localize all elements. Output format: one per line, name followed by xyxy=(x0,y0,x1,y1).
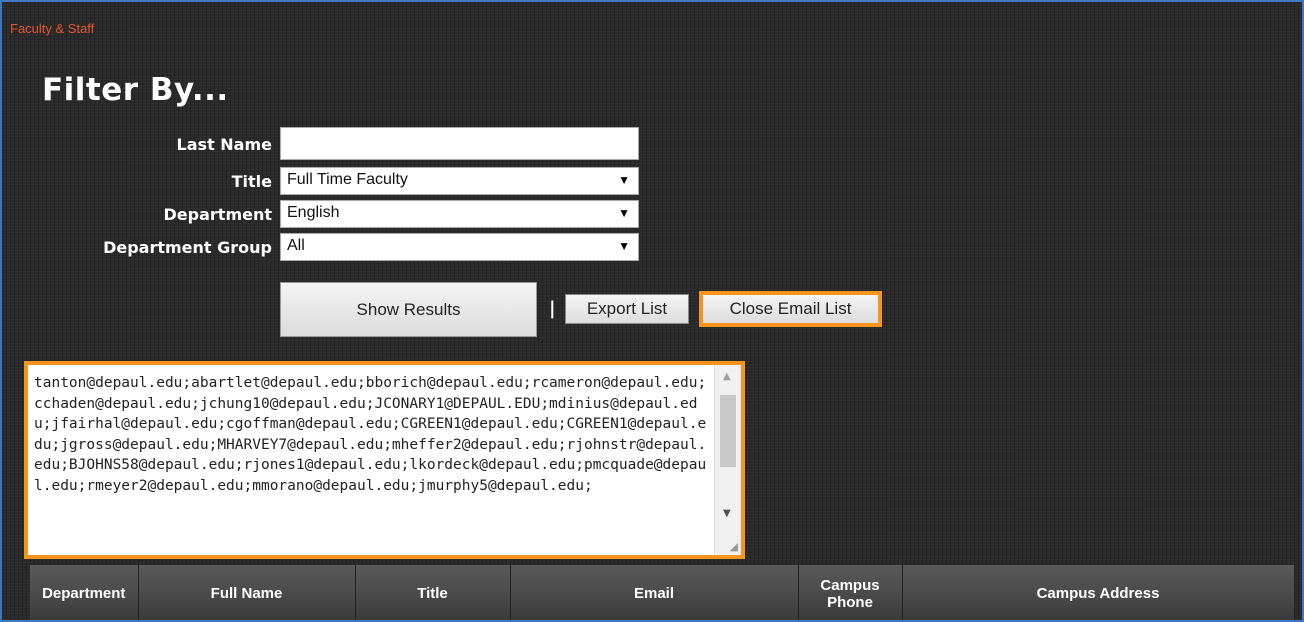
column-header-title[interactable]: Title xyxy=(355,565,511,620)
department-select[interactable]: English ▼ xyxy=(280,200,639,228)
resize-grip-icon[interactable]: ◢ xyxy=(730,540,738,553)
department-group-select[interactable]: All ▼ xyxy=(280,233,639,261)
close-email-list-button[interactable]: Close Email List xyxy=(699,291,882,327)
column-header-department[interactable]: Department xyxy=(30,565,139,620)
title-label: Title xyxy=(231,172,272,191)
department-group-select-value: All xyxy=(287,237,305,254)
scroll-down-arrow-icon[interactable]: ▼ xyxy=(723,508,731,519)
department-select-value: English xyxy=(287,204,340,221)
title-select-value: Full Time Faculty xyxy=(287,171,408,188)
department-group-label: Department Group xyxy=(103,238,272,257)
email-list-textarea[interactable]: tanton@depaul.edu;abartlet@depaul.edu;bb… xyxy=(24,361,745,559)
email-list-text[interactable]: tanton@depaul.edu;abartlet@depaul.edu;bb… xyxy=(34,373,710,555)
last-name-input[interactable] xyxy=(280,127,639,160)
column-header-full-name[interactable]: Full Name xyxy=(138,565,356,620)
page-title: Filter By... xyxy=(42,72,229,108)
results-table: Department Full Name Title Email Campus … xyxy=(30,565,1295,620)
scroll-up-arrow-icon[interactable]: ▲ xyxy=(723,371,731,382)
button-separator: | xyxy=(549,298,556,319)
dropdown-arrow-icon: ▼ xyxy=(618,173,630,187)
export-list-button[interactable]: Export List xyxy=(565,294,689,324)
show-results-button[interactable]: Show Results xyxy=(280,282,537,337)
table-header-row: Department Full Name Title Email Campus … xyxy=(30,565,1295,620)
dropdown-arrow-icon: ▼ xyxy=(618,206,630,220)
dropdown-arrow-icon: ▼ xyxy=(618,239,630,253)
email-list-scrollbar[interactable]: ▲ ▼ xyxy=(714,365,741,555)
column-header-email[interactable]: Email xyxy=(510,565,799,620)
last-name-label: Last Name xyxy=(176,135,272,154)
column-header-campus-address[interactable]: Campus Address xyxy=(902,565,1295,620)
breadcrumb[interactable]: Faculty & Staff xyxy=(10,21,94,36)
title-select[interactable]: Full Time Faculty ▼ xyxy=(280,167,639,195)
column-header-campus-phone[interactable]: Campus Phone xyxy=(798,565,903,620)
scroll-thumb[interactable] xyxy=(720,395,736,467)
page-frame: Faculty & Staff Filter By... Last Name T… xyxy=(0,0,1304,622)
department-label: Department xyxy=(163,205,272,224)
